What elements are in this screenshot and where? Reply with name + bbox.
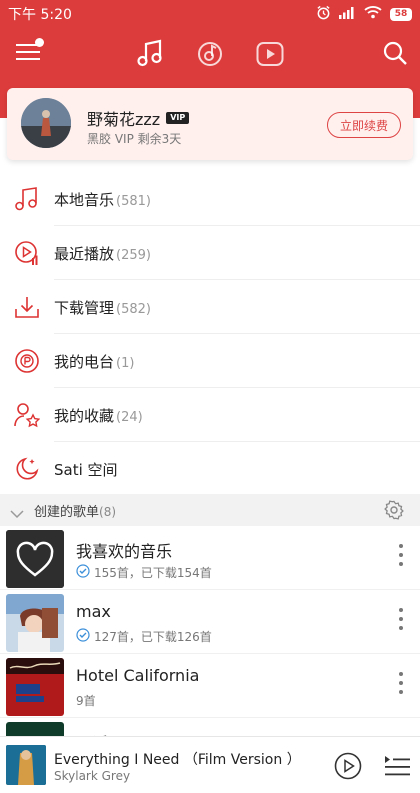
playlist-title: 我喜欢的音乐 — [76, 542, 173, 561]
vip-card[interactable]: 野菊花zzz VIP 黑胶 VIP 剩余3天 立即续费 — [7, 88, 413, 160]
playlist-title: max — [76, 602, 111, 621]
menu-item-label: 本地音乐 (581) — [54, 189, 151, 210]
playlist-cover — [6, 530, 64, 588]
wifi-icon — [364, 5, 382, 23]
gear-icon[interactable] — [384, 500, 404, 524]
now-playing-cover[interactable] — [6, 745, 46, 785]
menu-item-text: 最近播放 — [54, 244, 115, 263]
created-playlists-header[interactable]: 创建的歌单(8) — [0, 494, 420, 526]
downloaded-check-icon — [76, 628, 90, 645]
section-title: 创建的歌单(8) — [34, 501, 116, 520]
menu-item-count: (581) — [116, 193, 151, 209]
username: 野菊花zzz VIP — [87, 106, 190, 130]
playlist-list: 我喜欢的音乐 155首，已下载154首 max 127首，已下载126首 Hot… — [0, 526, 420, 748]
playlist-cover — [6, 658, 64, 716]
section-count: (8) — [99, 504, 117, 519]
playlist-cover — [6, 594, 64, 652]
menu-item-text: 我的电台 — [54, 352, 115, 371]
menu-item-count: (582) — [116, 301, 151, 317]
menu-item-count: (24) — [116, 409, 143, 425]
my-music-menu: 本地音乐 (581) 最近播放 (259) 下载管理 (582) 我的电台 (1) — [0, 172, 420, 496]
playlist-subtitle-text: 9首 — [76, 694, 96, 708]
menu-item-label: 我的电台 (1) — [54, 351, 134, 372]
download-icon — [14, 294, 40, 320]
radio-icon[interactable] — [196, 40, 224, 68]
top-navbar — [0, 30, 420, 78]
menu-item-sati-space[interactable]: Sati 空间 — [0, 442, 420, 496]
playlist-subtitle: 155首，已下载154首 — [76, 564, 212, 581]
playlist-subtitle-text: 127首，已下载126首 — [94, 630, 212, 644]
play-button[interactable] — [334, 752, 362, 784]
signal-icon — [339, 6, 356, 23]
section-title-text: 创建的歌单 — [34, 504, 100, 520]
radio-station-icon — [14, 348, 40, 374]
music-note-icon — [14, 186, 40, 212]
downloaded-check-icon — [76, 564, 90, 581]
menu-item-text: 我的收藏 — [54, 406, 115, 425]
menu-item-local-music[interactable]: 本地音乐 (581) — [0, 172, 420, 226]
menu-item-favorites[interactable]: 我的收藏 (24) — [0, 388, 420, 442]
playlist-subtitle: 127首，已下载126首 — [76, 628, 212, 645]
search-icon[interactable] — [382, 40, 408, 66]
playlist-title: Hotel California — [76, 666, 200, 685]
menu-item-label: Sati 空间 — [54, 459, 120, 480]
status-time: 下午 5:20 — [8, 7, 72, 23]
notification-dot — [35, 38, 44, 47]
alarm-icon — [316, 5, 331, 24]
favorites-icon — [14, 402, 41, 428]
more-options-icon[interactable] — [398, 672, 404, 694]
menu-item-count: (1) — [116, 355, 135, 371]
menu-item-label: 我的收藏 (24) — [54, 405, 143, 426]
menu-item-recent-play[interactable]: 最近播放 (259) — [0, 226, 420, 280]
playlist-item-hotel-california[interactable]: Hotel California 9首 — [0, 654, 420, 718]
menu-item-label: 最近播放 (259) — [54, 243, 151, 264]
avatar[interactable] — [21, 98, 71, 148]
username-text: 野菊花zzz — [87, 110, 161, 129]
menu-item-text: Sati 空间 — [54, 460, 118, 479]
playlist-item-liked[interactable]: 我喜欢的音乐 155首，已下载154首 — [0, 526, 420, 590]
chevron-down-icon[interactable] — [10, 504, 24, 523]
playlist-subtitle: 9首 — [76, 692, 96, 709]
renew-button[interactable]: 立即续费 — [326, 112, 401, 138]
playlist-item-max[interactable]: max 127首，已下载126首 — [0, 590, 420, 654]
menu-icon[interactable] — [16, 38, 44, 62]
app-root: 下午 5:20 58 野菊花zzz VIP 黑胶 VIP 剩余3天 立即续费 本… — [0, 0, 420, 793]
battery-indicator: 58 — [390, 7, 412, 21]
now-playing-title: Everything I Need （Film Version ） — [54, 752, 301, 768]
status-bar: 下午 5:20 58 — [0, 0, 420, 28]
menu-item-downloads[interactable]: 下载管理 (582) — [0, 280, 420, 334]
music-note-icon[interactable] — [136, 38, 164, 68]
menu-item-count: (259) — [116, 247, 151, 263]
now-playing-artist: Skylark Grey — [54, 769, 131, 783]
menu-item-my-radio[interactable]: 我的电台 (1) — [0, 334, 420, 388]
menu-item-label: 下载管理 (582) — [54, 297, 151, 318]
more-options-icon[interactable] — [398, 544, 404, 566]
playlist-subtitle-text: 155首，已下载154首 — [94, 566, 212, 580]
menu-item-text: 下载管理 — [54, 298, 115, 317]
vip-badge: VIP — [166, 112, 190, 124]
recent-play-icon — [14, 240, 40, 266]
mini-player[interactable]: Everything I Need （Film Version ） Skylar… — [0, 736, 420, 793]
playlist-queue-icon[interactable] — [384, 755, 410, 781]
more-options-icon[interactable] — [398, 608, 404, 630]
menu-item-text: 本地音乐 — [54, 190, 115, 209]
video-icon[interactable] — [256, 40, 284, 68]
vip-status-text: 黑胶 VIP 剩余3天 — [87, 132, 182, 146]
moon-icon — [14, 456, 40, 482]
